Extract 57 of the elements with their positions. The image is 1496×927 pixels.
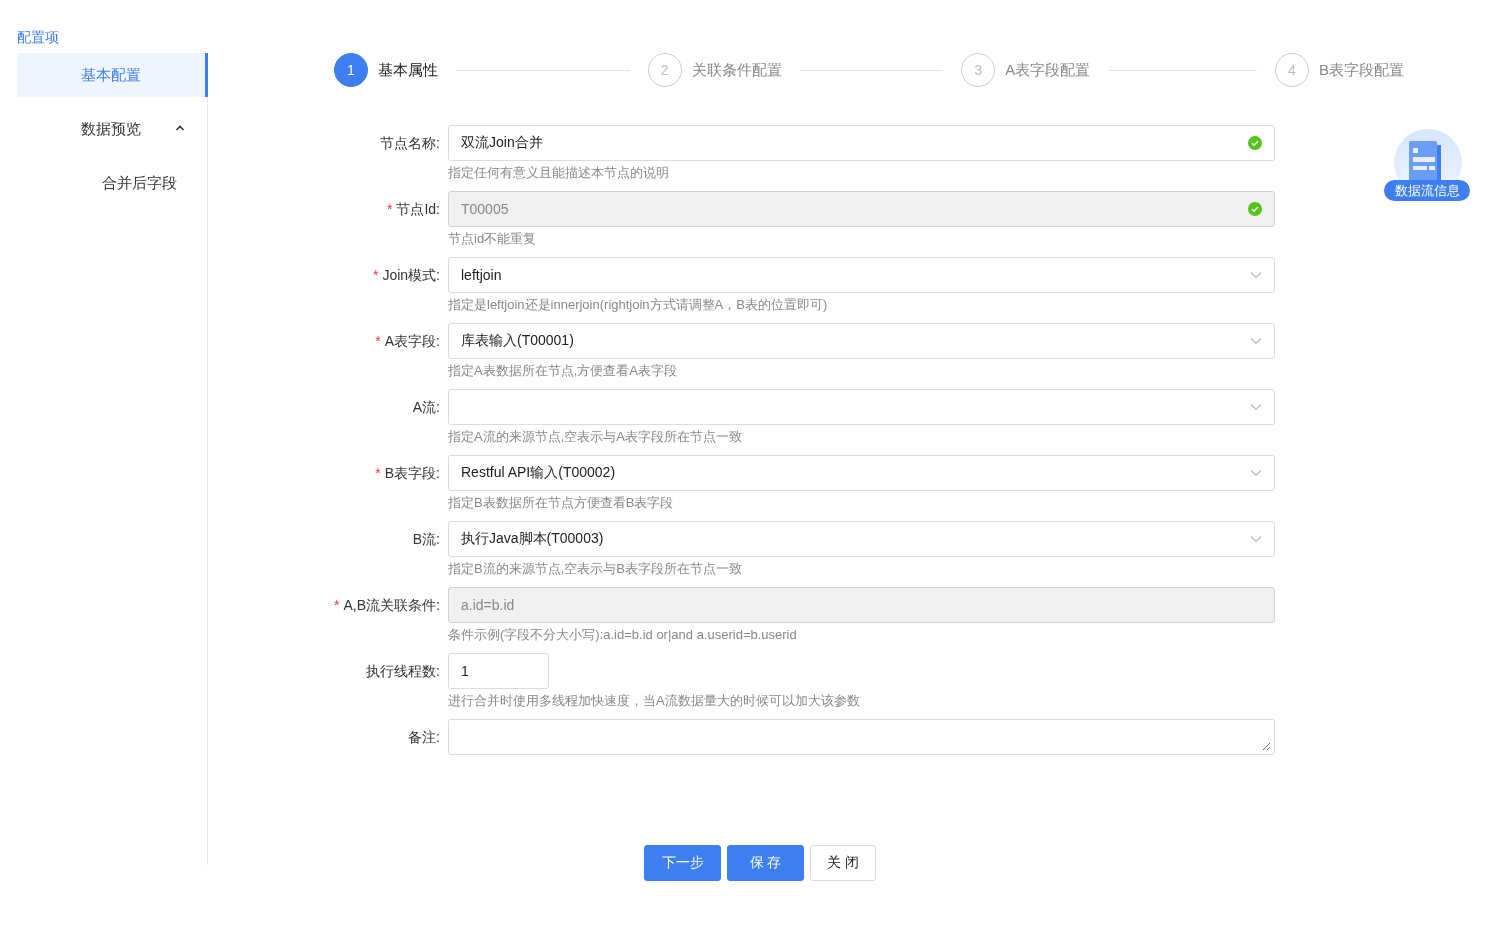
step-number: 3 — [961, 53, 996, 87]
button[interactable]: 关 闭 — [810, 845, 876, 881]
field-hint: 指定A流的来源节点,空表示与A表字段所在节点一致 — [448, 428, 742, 446]
check-icon — [1248, 202, 1262, 216]
step-label[interactable]: B表字段配置 — [1318, 60, 1404, 80]
select-field[interactable] — [448, 389, 1275, 425]
check-icon — [1248, 136, 1262, 150]
required-mark: * — [334, 597, 340, 613]
resize-handle-icon[interactable] — [1262, 742, 1271, 751]
primary-button[interactable]: 下一步 — [644, 845, 721, 881]
field-label: A流: — [412, 399, 440, 415]
sidebar-item[interactable]: 基本配置 — [17, 53, 208, 97]
caret-icon — [1250, 535, 1262, 543]
select-field[interactable]: 执行Java脚本(T00003) — [448, 521, 1275, 557]
select-field[interactable]: Restful API输入(T00002) — [448, 455, 1275, 491]
input-field[interactable]: 1 — [448, 653, 549, 689]
data-flow-info-badge[interactable]: 数据流信息 — [1384, 180, 1470, 201]
field-hint: 指定任何有意义且能描述本节点的说明 — [448, 164, 669, 182]
field-hint: 指定B流的来源节点,空表示与B表字段所在节点一致 — [448, 560, 742, 578]
field-hint: 指定A表数据所在节点,方便查看A表字段 — [448, 362, 677, 380]
field-label: B表字段: — [384, 465, 440, 481]
field-label: A表字段: — [384, 333, 440, 349]
field-label: A,B流关联条件: — [343, 597, 440, 613]
sidebar-item[interactable]: 数据预览 — [17, 107, 208, 151]
step-label[interactable]: 基本属性 — [378, 60, 438, 80]
field-label: 执行线程数: — [366, 663, 440, 679]
required-mark: * — [386, 201, 393, 217]
field-hint: 条件示例(字段不分大小写):a.id=b.id or|and a.userid=b.userid — [448, 626, 797, 644]
sidebar-title: 配置项 — [17, 28, 59, 47]
field-hint: 指定是leftjoin还是innerjoin(rightjoin方式请调整A，B表的位置即可) — [448, 296, 828, 314]
step-number: 1 — [334, 53, 368, 87]
input-field[interactable]: 双流Join合并 — [448, 125, 1275, 161]
field-label: 节点Id: — [396, 201, 440, 217]
field-hint: 进行合并时使用多线程加快速度，当A流数据量大的时候可以加大该参数 — [448, 692, 860, 710]
field-label: Join模式: — [382, 267, 440, 283]
field-label: 节点名称: — [380, 135, 440, 151]
select-field[interactable]: leftjoin — [448, 257, 1275, 293]
select-field[interactable]: 库表输入(T00001) — [448, 323, 1275, 359]
textarea-field[interactable] — [448, 719, 1275, 755]
caret-icon — [1250, 271, 1262, 279]
step-label[interactable]: 关联条件配置 — [691, 60, 782, 80]
chevron-up-icon[interactable] — [175, 124, 185, 132]
required-mark: * — [375, 465, 381, 481]
sidebar-item[interactable]: 合并后字段 — [17, 161, 208, 205]
caret-icon — [1250, 403, 1262, 411]
field-label: 备注: — [408, 729, 440, 745]
step-label[interactable]: A表字段配置 — [1005, 60, 1091, 80]
field-hint: 节点id不能重复 — [448, 230, 537, 248]
caret-icon — [1250, 469, 1262, 477]
field-hint: 指定B表数据所在节点方便查看B表字段 — [448, 494, 674, 512]
caret-icon — [1250, 337, 1262, 345]
required-mark: * — [372, 267, 379, 283]
step-number: 4 — [1274, 53, 1309, 87]
required-mark: * — [375, 333, 381, 349]
step-number: 2 — [647, 53, 682, 87]
primary-button[interactable]: 保 存 — [727, 845, 804, 881]
field-label: B流: — [412, 531, 440, 547]
